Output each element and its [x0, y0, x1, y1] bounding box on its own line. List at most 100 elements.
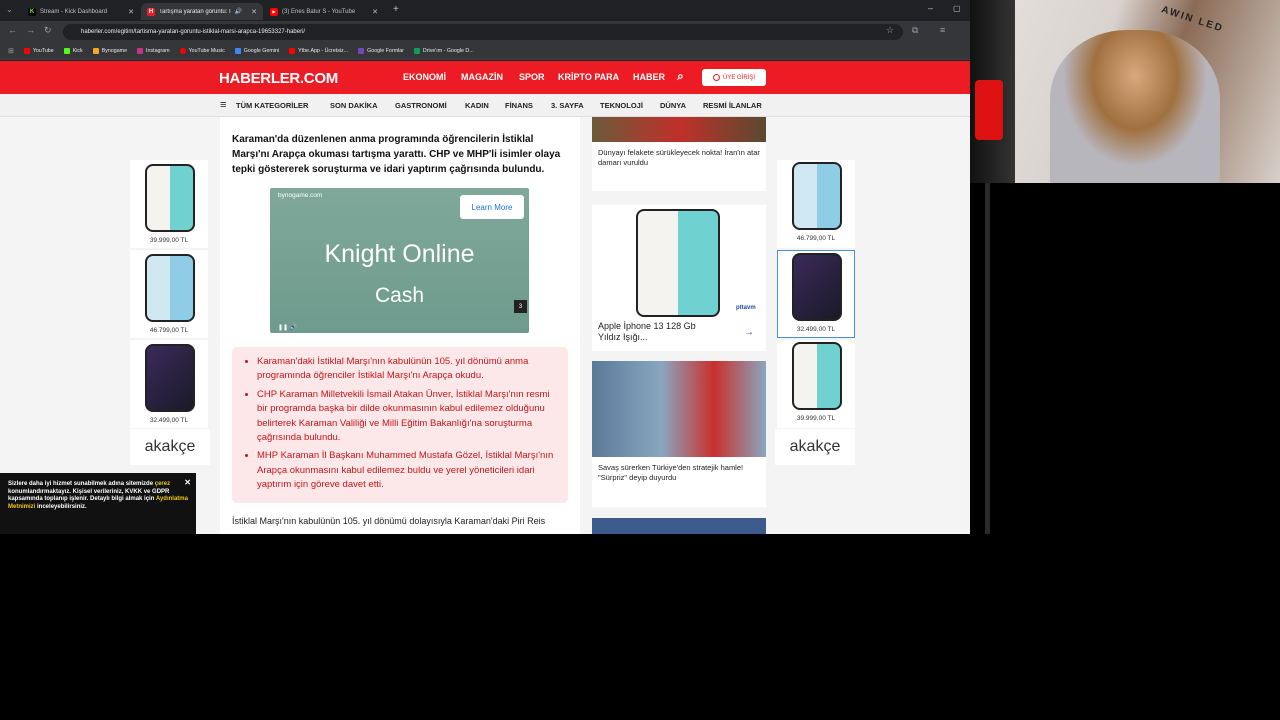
category-bar: ≡ TÜM KATEGORİLER SON DAKİKA GASTRONOMİ …	[0, 94, 970, 117]
bookmark-google-forms[interactable]: Google Formlar	[358, 48, 404, 54]
cat-finans[interactable]: FİNANS	[505, 101, 533, 110]
news-card-2[interactable]: Savaş sürerken Türkiye'den stratejik ham…	[592, 361, 766, 507]
ad-card-iphone[interactable]: pttavm Apple İphone 13 128 Gb Yıldız Işı…	[592, 205, 766, 351]
youtube-favicon-icon: ▶	[270, 7, 278, 16]
red-light	[975, 80, 1003, 140]
cat-kadin[interactable]: KADIN	[465, 101, 489, 110]
learn-more-button[interactable]: Learn More	[460, 195, 524, 219]
nav-magazin[interactable]: MAGAZİN	[461, 72, 503, 82]
bookmark-ytbe[interactable]: Ytbe.App - Ücretsiz...	[289, 48, 348, 54]
menu-icon[interactable]: ≡	[940, 25, 945, 35]
content-area: 39.999,00 TL 46.799,00 TL 32.499,00 TL a…	[0, 117, 970, 534]
bookmark-star-icon[interactable]: ☆	[886, 25, 894, 36]
bookmark-drive[interactable]: Drive'ım - Google D...	[413, 48, 474, 54]
news-image	[592, 518, 766, 534]
reload-icon[interactable]: ↻	[44, 25, 52, 36]
arrow-right-icon[interactable]: →	[744, 327, 754, 338]
article-lead: Karaman'da düzenlenen anma programında ö…	[232, 134, 561, 175]
webcam-overlay: AWIN LED	[970, 0, 1280, 183]
bookmarks-bar: ⊞ YouTube Kick Bynogame Instagram YouTub…	[0, 43, 970, 60]
nav-haber[interactable]: HABER	[633, 72, 665, 82]
search-icon[interactable]: ⌕	[677, 69, 684, 84]
site-header: HABERLER.COM EKONOMİ MAGAZİN SPOR KRİPTO…	[0, 61, 970, 94]
summary-item: CHP Karaman Milletvekili İsmail Atakan Ü…	[257, 388, 558, 446]
phone-image	[792, 342, 842, 410]
summary-item: Karaman'daki İstiklal Marşı'nın kabulünü…	[257, 355, 558, 384]
bookmark-youtube[interactable]: YouTube	[23, 48, 54, 54]
phone-image	[636, 209, 720, 317]
tab-kick[interactable]: K Stream - Kick Dashboard ✕	[22, 3, 140, 20]
summary-item: MHP Karaman İl Başkanı Muhammed Mustafa …	[257, 449, 558, 492]
cat-resmi-ilanlar[interactable]: RESMİ İLANLAR	[703, 101, 762, 110]
ad-product-6[interactable]: 39.999,00 TL	[777, 340, 855, 428]
close-tab-icon[interactable]: ✕	[128, 8, 134, 16]
cookie-link[interactable]: çerez	[155, 481, 170, 487]
forward-icon[interactable]: →	[26, 25, 35, 35]
url-field[interactable]: haberler.com/egitim/tartisma-yaratan-gor…	[63, 24, 903, 40]
bookmark-youtube-music[interactable]: YouTube Music	[179, 48, 225, 54]
bookmark-kick[interactable]: Kick	[63, 48, 83, 54]
news-card-1[interactable]: Dünyayı felakete sürükleyecek nokta! İra…	[592, 117, 766, 191]
cat-dunya[interactable]: DÜNYA	[660, 101, 686, 110]
cat-3-sayfa[interactable]: 3. SAYFA	[551, 101, 584, 110]
tab-haberler[interactable]: H Tartışma yaratan görüntü: İ 🔊 ✕	[141, 3, 263, 20]
site-logo[interactable]: HABERLER.COM	[219, 70, 338, 87]
ad-product-2[interactable]: 46.799,00 TL	[130, 250, 208, 338]
nav-ekonomi[interactable]: EKONOMİ	[403, 72, 446, 82]
phone-image	[145, 344, 195, 412]
kick-favicon-icon: K	[28, 7, 36, 16]
ad-product-5[interactable]: 32.499,00 TL	[777, 250, 855, 338]
summary-box: Karaman'daki İstiklal Marşı'nın kabulünü…	[232, 347, 568, 503]
phone-image	[145, 164, 195, 232]
close-icon[interactable]: ✕	[184, 479, 191, 487]
scrollbar[interactable]	[985, 183, 990, 534]
bookmark-instagram[interactable]: Instagram	[137, 48, 170, 54]
ad-product-1[interactable]: 39.999,00 TL	[130, 160, 208, 248]
tab-search-icon[interactable]: ⌄	[6, 5, 13, 14]
user-icon	[712, 74, 720, 81]
neon-sign: AWIN LED	[1159, 4, 1226, 35]
ad-product-3[interactable]: 32.499,00 TL	[130, 340, 208, 428]
bookmark-gemini[interactable]: Google Gemini	[234, 48, 279, 54]
phone-image	[145, 254, 195, 322]
ad-product-4[interactable]: 46.799,00 TL	[777, 160, 855, 248]
nav-spor[interactable]: SPOR	[519, 72, 545, 82]
news-image	[592, 117, 766, 142]
akakce-logo-left[interactable]: akakçe	[130, 429, 210, 465]
phone-image	[792, 162, 842, 230]
pause-icon[interactable]: ❚❚ 🔊	[278, 324, 297, 331]
close-tab-icon[interactable]: ✕	[372, 8, 378, 16]
person	[1050, 30, 1220, 183]
cat-gastronomi[interactable]: GASTRONOMİ	[395, 101, 447, 110]
audio-icon[interactable]: 🔊	[235, 8, 242, 15]
article: Karaman'da düzenlenen anma programında ö…	[220, 117, 580, 534]
address-bar: ← → ↻ haberler.com/egitim/tartisma-yarat…	[0, 21, 970, 43]
ad-brand-pttavm: pttavm	[736, 305, 756, 311]
web-page: HABERLER.COM EKONOMİ MAGAZİN SPOR KRİPTO…	[0, 61, 970, 534]
akakce-logo-right[interactable]: akakçe	[775, 429, 855, 465]
login-button[interactable]: ÜYE GİRİŞİ	[702, 69, 766, 86]
browser-window: ⌄ K Stream - Kick Dashboard ✕ H Tartışma…	[0, 0, 970, 534]
maximize-icon[interactable]: ▢	[953, 4, 961, 13]
article-body: İstiklal Marşı'nın kabulünün 105. yıl dö…	[232, 516, 546, 526]
tab-youtube[interactable]: ▶ (3) Enes Batur S - YouTube ✕	[264, 3, 384, 20]
ad-count-badge: 3	[514, 300, 527, 313]
bookmark-bynogame[interactable]: Bynogame	[92, 48, 127, 54]
close-tab-icon[interactable]: ✕	[251, 8, 257, 16]
news-image	[592, 361, 766, 457]
apps-icon[interactable]: ⊞	[8, 47, 14, 55]
minimize-icon[interactable]: –	[928, 3, 933, 13]
sidebar: Dünyayı felakete sürükleyecek nokta! İra…	[592, 117, 766, 534]
nav-kripto-para[interactable]: KRİPTO PARA	[558, 72, 619, 82]
new-tab-button[interactable]: +	[393, 4, 399, 15]
back-icon[interactable]: ←	[8, 25, 17, 35]
tab-bar: ⌄ K Stream - Kick Dashboard ✕ H Tartışma…	[0, 0, 970, 21]
cat-teknoloji[interactable]: TEKNOLOJİ	[600, 101, 643, 110]
hamburger-icon[interactable]: ≡	[220, 99, 226, 111]
cat-all[interactable]: TÜM KATEGORİLER	[236, 101, 308, 110]
video-ad[interactable]: bynogame.com Learn More Knight Online Ca…	[270, 188, 529, 333]
haberler-favicon-icon: H	[147, 7, 155, 16]
phone-image	[792, 253, 842, 321]
cat-son-dakika[interactable]: SON DAKİKA	[330, 101, 378, 110]
extensions-icon[interactable]: ⧉	[912, 25, 918, 36]
